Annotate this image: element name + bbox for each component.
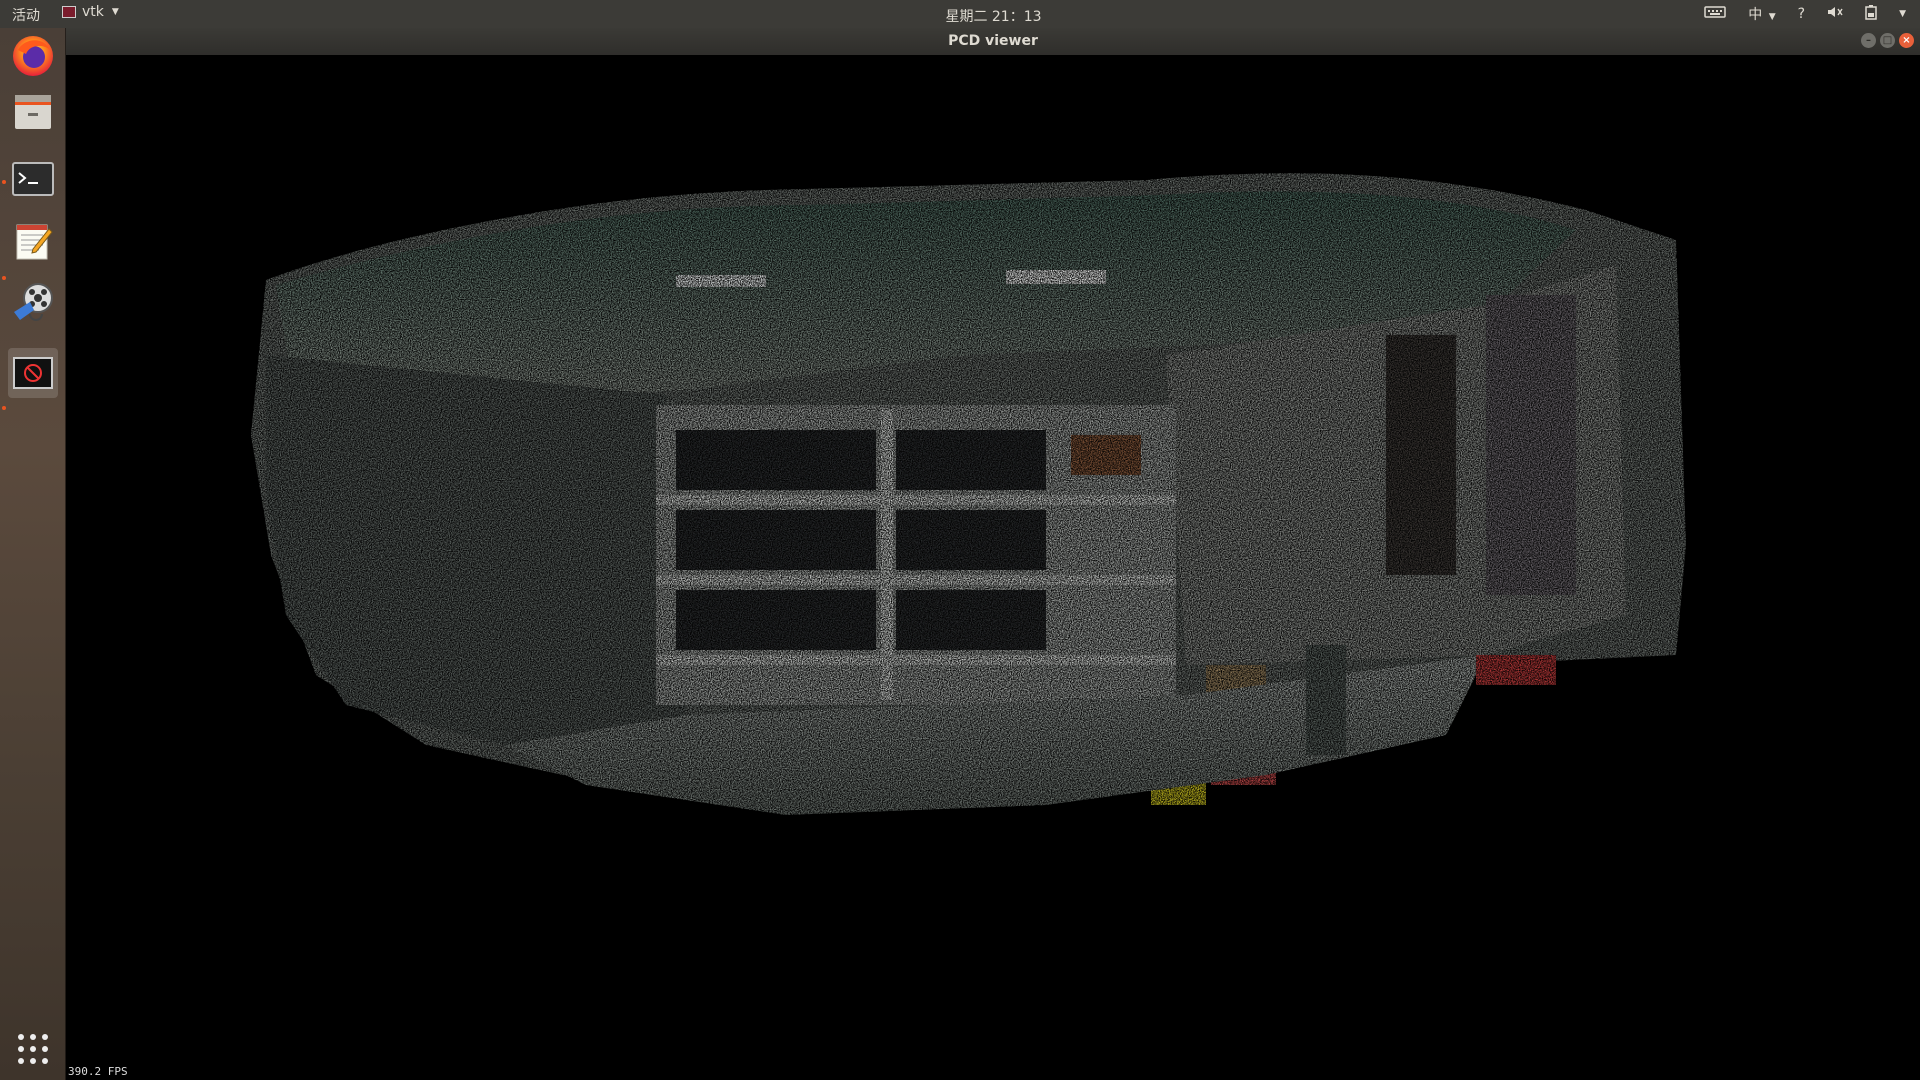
dock-item-show-applications[interactable] <box>8 1024 58 1074</box>
video-editor-icon <box>14 283 53 321</box>
point-cloud <box>251 173 1686 815</box>
dock-item-vtk-window[interactable] <box>8 348 58 398</box>
window-title: PCD viewer <box>948 33 1038 49</box>
files-icon <box>15 95 51 129</box>
dock <box>0 28 66 1080</box>
activities-button[interactable]: 活动 <box>12 5 40 25</box>
close-icon[interactable]: × <box>1899 33 1914 48</box>
vtk-window-icon <box>13 357 53 389</box>
battery-icon[interactable] <box>1865 4 1877 24</box>
volume-icon[interactable] <box>1827 5 1843 23</box>
clock[interactable]: 星期二 21：13 <box>0 6 1920 26</box>
running-indicator <box>2 406 6 410</box>
system-tray: 中 ▼ ? ▼ <box>1704 4 1906 24</box>
window-titlebar[interactable]: PCD viewer – □ × <box>66 28 1920 55</box>
keyboard-icon[interactable] <box>1704 5 1727 23</box>
window-controls: – □ × <box>1861 33 1914 48</box>
dock-item-firefox[interactable] <box>8 30 58 80</box>
fps-counter: 390.2 FPS <box>68 1065 128 1078</box>
dock-item-files[interactable] <box>8 86 58 136</box>
text-editor-icon <box>16 224 53 260</box>
firefox-icon <box>13 36 53 76</box>
chevron-down-icon: ▼ <box>1768 12 1776 22</box>
input-method-label: 中 <box>1748 7 1763 23</box>
input-method-menu[interactable]: 中 ▼ <box>1748 4 1775 24</box>
running-indicator <box>2 276 6 280</box>
dock-item-terminal[interactable] <box>8 154 58 204</box>
app-menu[interactable]: vtk ▼ <box>62 4 119 20</box>
minimize-icon[interactable]: – <box>1861 33 1876 48</box>
dock-item-video-editor[interactable] <box>8 278 58 328</box>
terminal-icon <box>12 162 54 196</box>
dock-item-text-editor[interactable] <box>8 216 58 266</box>
help-icon[interactable]: ? <box>1798 6 1805 22</box>
maximize-icon[interactable]: □ <box>1880 33 1895 48</box>
system-menu-chevron-down-icon[interactable]: ▼ <box>1899 9 1906 19</box>
top-panel: 活动 vtk ▼ 星期二 21：13 中 ▼ ? ▼ <box>0 0 1920 28</box>
vtk-app-icon <box>62 6 76 18</box>
show-applications-icon <box>18 1034 48 1064</box>
running-indicator <box>2 180 6 184</box>
app-menu-label: vtk <box>82 4 104 20</box>
chevron-down-icon: ▼ <box>111 7 119 17</box>
pcd-render-view[interactable] <box>66 55 1920 1080</box>
